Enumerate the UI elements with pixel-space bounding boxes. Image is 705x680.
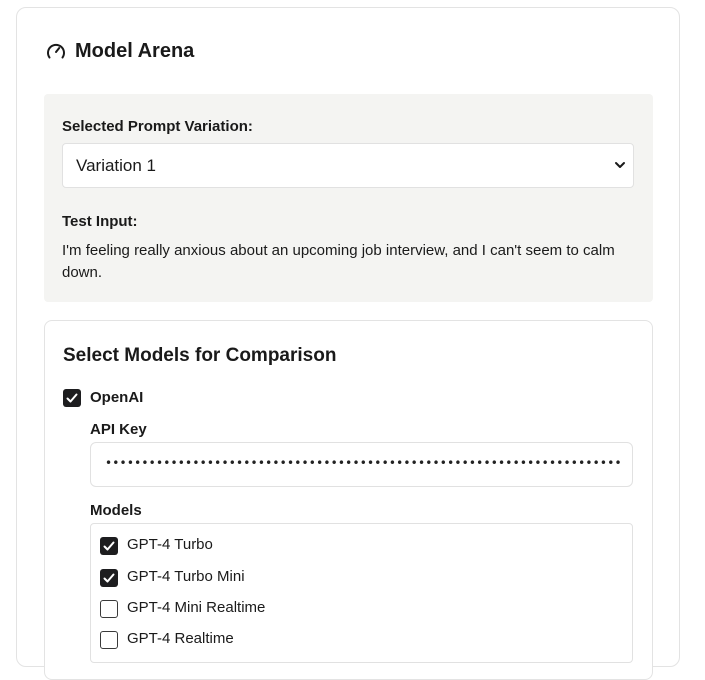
model-checkbox[interactable] xyxy=(100,569,118,587)
model-name: GPT-4 Turbo xyxy=(127,536,213,553)
prompt-variation-value: Variation 1 xyxy=(76,156,157,175)
api-key-label: API Key xyxy=(90,421,147,438)
model-checkbox[interactable] xyxy=(100,631,118,649)
gauge-icon xyxy=(45,41,67,63)
model-arena-card: Model Arena Selected Prompt Variation: V… xyxy=(16,7,680,680)
model-name: GPT-4 Realtime xyxy=(127,630,234,647)
models-label: Models xyxy=(90,502,142,519)
model-name: GPT-4 Turbo Mini xyxy=(127,568,245,585)
model-item[interactable]: GPT-4 Turbo Mini xyxy=(100,567,600,589)
models-list: GPT-4 Turbo GPT-4 Turbo Mini GPT-4 Mini … xyxy=(90,523,633,663)
provider-checkbox[interactable] xyxy=(63,389,81,407)
api-key-input[interactable]: ••••••••••••••••••••••••••••••••••••••••… xyxy=(90,442,633,487)
model-checkbox[interactable] xyxy=(100,537,118,555)
page-title: Model Arena xyxy=(75,40,195,62)
test-input-label: Test Input: xyxy=(62,213,138,230)
prompt-panel: Selected Prompt Variation: Variation 1 T… xyxy=(44,94,653,302)
model-item[interactable]: GPT-4 Mini Realtime xyxy=(100,598,600,620)
model-selection-card: Select Models for Comparison OpenAI API … xyxy=(44,320,653,680)
provider-label: OpenAI xyxy=(90,389,144,406)
chevron-down-icon xyxy=(613,158,627,177)
prompt-variation-select[interactable]: Variation 1 xyxy=(62,143,634,188)
test-input-text: I'm feeling really anxious about an upco… xyxy=(62,242,615,281)
prompt-variation-label: Selected Prompt Variation: xyxy=(62,118,253,135)
api-key-value: ••••••••••••••••••••••••••••••••••••••••… xyxy=(105,456,620,470)
model-item[interactable]: GPT-4 Turbo xyxy=(100,535,600,557)
model-checkbox[interactable] xyxy=(100,600,118,618)
model-name: GPT-4 Mini Realtime xyxy=(127,599,266,616)
section-title: Select Models for Comparison xyxy=(63,345,337,366)
model-item[interactable]: GPT-4 Realtime xyxy=(100,629,600,651)
card-header: Model Arena xyxy=(45,40,194,63)
